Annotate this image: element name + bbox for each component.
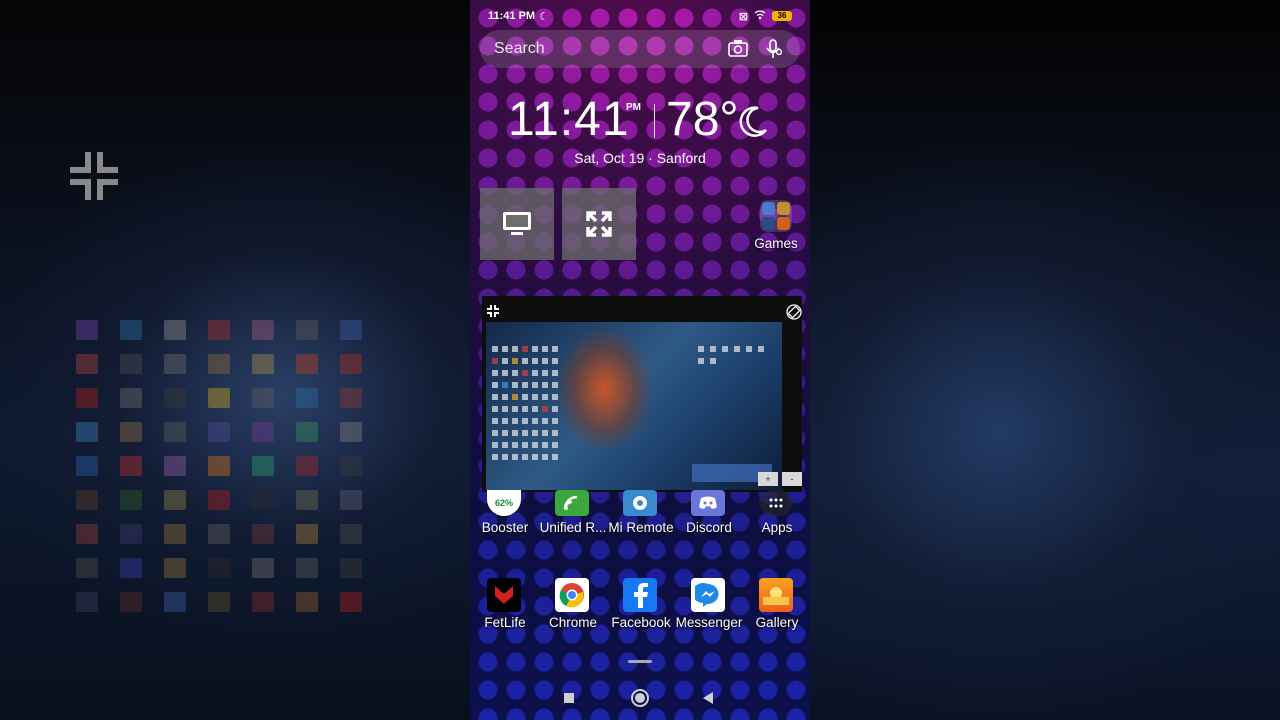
app-label-chrome: Chrome <box>548 615 597 630</box>
remote-desktop-preview[interactable]: + - <box>482 296 802 492</box>
games-folder[interactable] <box>760 200 792 232</box>
search-placeholder[interactable]: Search <box>494 40 545 58</box>
app-drawer-handle[interactable] <box>628 660 652 663</box>
zoom-out-button[interactable]: - <box>782 472 802 486</box>
unified-remote-app-icon[interactable] <box>555 490 589 516</box>
navigation-bar <box>470 686 810 710</box>
chrome-app-icon[interactable] <box>555 578 589 612</box>
clock-ampm: PM <box>626 102 641 113</box>
battery-icon: 36 <box>772 11 792 21</box>
microphone-icon[interactable] <box>766 39 782 59</box>
zoom-in-button[interactable]: + <box>758 472 778 486</box>
sunset-icon <box>763 587 789 605</box>
app-label-facebook: Facebook <box>611 615 671 630</box>
moon-weather-icon <box>739 106 768 137</box>
clock-divider <box>654 104 655 138</box>
app-label-fetlife: FetLife <box>484 615 526 630</box>
facebook-app-icon[interactable] <box>623 578 657 612</box>
no-sim-icon: ⊠ <box>738 10 748 23</box>
apps-drawer-icon[interactable] <box>759 490 793 516</box>
collapse-icon[interactable] <box>66 148 122 204</box>
right-backdrop <box>810 0 1280 720</box>
games-folder-label: Games <box>754 236 798 251</box>
app-label-messenger: Messenger <box>675 615 743 630</box>
remote-desktop-screenshot[interactable] <box>486 322 782 490</box>
app-label-unified-remote: Unified R... <box>539 520 607 535</box>
clock-time[interactable]: 11:41 <box>508 92 630 147</box>
camera-icon[interactable] <box>728 39 748 57</box>
app-label-mi-remote: Mi Remote <box>608 520 674 535</box>
fullscreen-button[interactable] <box>562 188 636 260</box>
app-label-discord: Discord <box>686 520 732 535</box>
back-icon[interactable] <box>702 691 714 705</box>
gallery-app-icon[interactable] <box>759 578 793 612</box>
app-label-gallery: Gallery <box>755 615 799 630</box>
wifi-signal-icon <box>563 495 578 510</box>
fetlife-app-icon[interactable] <box>487 578 521 612</box>
expand-icon <box>586 211 612 237</box>
discord-logo-icon <box>699 496 717 509</box>
grid-dots-icon <box>769 498 783 508</box>
remote-icon <box>633 496 647 510</box>
desktop-mode-button[interactable] <box>480 188 554 260</box>
home-icon[interactable] <box>630 688 650 708</box>
phone-home-screen: 11:41 PM ☾ ⊠ 36 Search 11:41 PM 78° Sat,… <box>470 0 810 720</box>
recents-icon[interactable] <box>563 692 575 704</box>
weather-temp[interactable]: 78° <box>666 92 739 147</box>
left-backdrop <box>0 0 470 720</box>
facebook-logo-icon <box>634 583 648 608</box>
app-label-booster: Booster <box>481 520 529 535</box>
fetlife-logo-icon <box>495 586 513 604</box>
discord-app-icon[interactable] <box>691 490 725 516</box>
chrome-logo-icon <box>559 583 584 608</box>
search-bar[interactable]: Search <box>480 30 800 68</box>
monitor-icon <box>503 212 531 235</box>
moon-small-icon: ☾ <box>539 10 549 23</box>
wifi-icon <box>754 9 766 23</box>
status-bar: 11:41 PM ☾ ⊠ 36 <box>488 6 792 26</box>
blurred-desktop-icons <box>76 320 368 612</box>
booster-badge: 62% <box>494 498 513 508</box>
status-time: 11:41 PM <box>488 10 536 22</box>
rotate-small-icon[interactable] <box>786 304 802 320</box>
messenger-app-icon[interactable] <box>691 578 725 612</box>
collapse-small-icon[interactable] <box>486 304 500 318</box>
mi-remote-app-icon[interactable] <box>623 490 657 516</box>
messenger-logo-icon <box>695 583 719 607</box>
date-location[interactable]: Sat, Oct 19 · Sanford <box>470 150 810 166</box>
app-label-apps: Apps <box>761 520 793 535</box>
